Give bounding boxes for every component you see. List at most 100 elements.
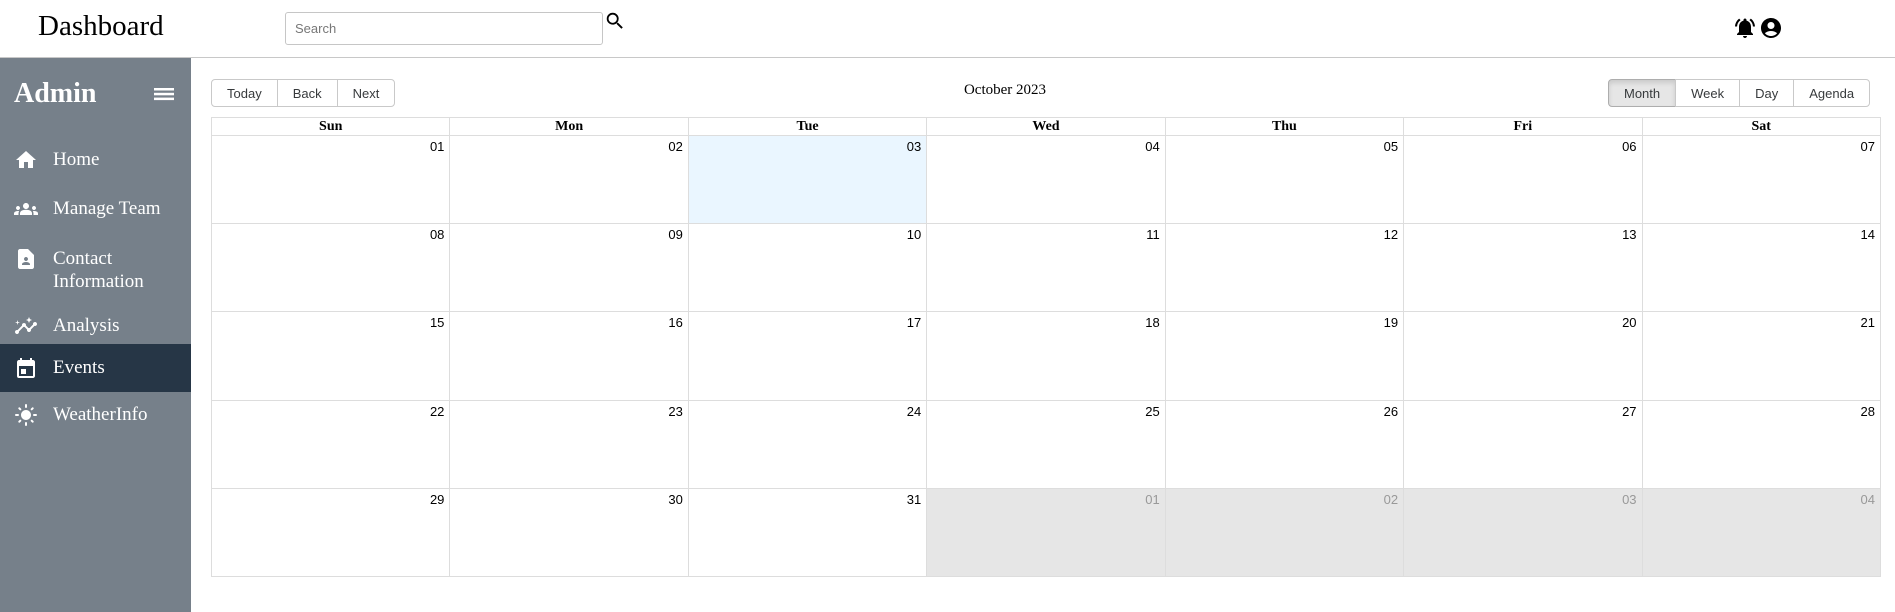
view-agenda-button[interactable]: Agenda bbox=[1793, 79, 1871, 107]
calendar-date-number[interactable]: 14 bbox=[1860, 227, 1874, 242]
next-button[interactable]: Next bbox=[336, 79, 396, 107]
today-button[interactable]: Today bbox=[211, 79, 278, 107]
calendar-day-cell[interactable]: 28 bbox=[1641, 400, 1880, 488]
calendar-date-number[interactable]: 02 bbox=[668, 139, 682, 154]
weekday-label: Sat bbox=[1641, 118, 1880, 135]
calendar-date-number[interactable]: 25 bbox=[1145, 404, 1159, 419]
calendar-date-number[interactable]: 24 bbox=[907, 404, 921, 419]
weekday-label: Fri bbox=[1403, 118, 1641, 135]
calendar-day-cell[interactable]: 04 bbox=[926, 136, 1164, 224]
calendar-date-number[interactable]: 08 bbox=[430, 227, 444, 242]
calendar-day-cell[interactable]: 12 bbox=[1164, 224, 1403, 312]
calendar-date-number[interactable]: 03 bbox=[1622, 492, 1636, 507]
calendar-date-number[interactable]: 29 bbox=[430, 492, 444, 507]
calendar-day-cell[interactable]: 29 bbox=[212, 489, 449, 576]
calendar-day-cell[interactable]: 08 bbox=[212, 224, 449, 311]
search-icon[interactable] bbox=[604, 10, 626, 32]
calendar-date-number[interactable]: 31 bbox=[907, 492, 921, 507]
calendar-day-cell[interactable]: 02 bbox=[449, 136, 687, 224]
calendar-day-cell[interactable]: 06 bbox=[1403, 136, 1641, 224]
calendar-day-cell[interactable]: 07 bbox=[1641, 136, 1880, 224]
search-input[interactable] bbox=[285, 12, 603, 45]
calendar-date-number[interactable]: 16 bbox=[668, 315, 682, 330]
view-week-button[interactable]: Week bbox=[1675, 79, 1741, 107]
calendar-day-cell[interactable]: 13 bbox=[1403, 224, 1641, 312]
calendar-day-cell[interactable]: 31 bbox=[687, 488, 926, 577]
notification-bell-icon[interactable] bbox=[1733, 16, 1757, 40]
calendar-day-cell[interactable]: 22 bbox=[212, 401, 449, 488]
calendar-date-number[interactable]: 11 bbox=[1146, 227, 1160, 242]
sidebar-item-home[interactable]: Home bbox=[0, 138, 191, 182]
calendar-day-cell-today[interactable]: 03 bbox=[687, 136, 927, 224]
back-button[interactable]: Back bbox=[276, 79, 338, 107]
calendar-date-number[interactable]: 04 bbox=[1145, 139, 1159, 154]
calendar-date-number[interactable]: 02 bbox=[1384, 492, 1398, 507]
weekday-label: Tue bbox=[687, 118, 926, 135]
calendar-date-number[interactable]: 19 bbox=[1384, 315, 1398, 330]
calendar-date-number[interactable]: 26 bbox=[1384, 404, 1398, 419]
calendar-day-cell[interactable]: 10 bbox=[687, 224, 926, 312]
calendar-day-cell[interactable]: 25 bbox=[926, 400, 1164, 488]
calendar-day-cell[interactable]: 20 bbox=[1403, 312, 1641, 400]
calendar-day-cell[interactable]: 15 bbox=[212, 312, 449, 399]
calendar-week-row: 15 16 17 18 19 20 21 bbox=[212, 311, 1880, 400]
calendar-date-number[interactable]: 01 bbox=[430, 139, 444, 154]
calendar-date-number[interactable]: 21 bbox=[1860, 315, 1874, 330]
calendar-day-cell[interactable]: 09 bbox=[449, 224, 687, 312]
calendar-day-cell[interactable]: 23 bbox=[449, 400, 687, 488]
calendar-date-number[interactable]: 13 bbox=[1622, 227, 1636, 242]
calendar-date-number[interactable]: 30 bbox=[668, 492, 682, 507]
weekday-label: Thu bbox=[1164, 118, 1403, 135]
calendar-day-cell[interactable]: 05 bbox=[1164, 136, 1403, 224]
calendar-date-number[interactable]: 05 bbox=[1384, 139, 1398, 154]
calendar-weeks: 01 02 03 04 05 06 07 08 09 10 11 12 13 14 15 16 17 18 19 20… bbox=[212, 136, 1880, 577]
calendar-date-number[interactable]: 17 bbox=[907, 315, 921, 330]
calendar-day-cell[interactable]: 30 bbox=[449, 488, 687, 577]
calendar-date-number[interactable]: 15 bbox=[430, 315, 444, 330]
sidebar-item-label: Contact Information bbox=[53, 248, 144, 292]
calendar-day-cell[interactable]: 01 bbox=[212, 136, 449, 223]
calendar-date-number[interactable]: 07 bbox=[1860, 139, 1874, 154]
calendar-day-cell-off-range[interactable]: 01 bbox=[926, 488, 1165, 577]
calendar-day-cell[interactable]: 24 bbox=[687, 400, 926, 488]
month-calendar: Sun Mon Tue Wed Thu Fri Sat 01 02 03 04 05 06… bbox=[211, 117, 1881, 577]
calendar-day-cell[interactable]: 26 bbox=[1164, 400, 1403, 488]
calendar-day-cell-off-range[interactable]: 02 bbox=[1164, 488, 1404, 577]
calendar-date-number[interactable]: 03 bbox=[907, 139, 921, 154]
calendar-date-number[interactable]: 18 bbox=[1145, 315, 1159, 330]
calendar-day-cell[interactable]: 16 bbox=[449, 312, 687, 400]
calendar-date-number[interactable]: 04 bbox=[1860, 492, 1874, 507]
home-icon bbox=[16, 151, 36, 168]
calendar-date-number[interactable]: 06 bbox=[1622, 139, 1636, 154]
sidebar-item-analysis[interactable]: Analysis bbox=[0, 304, 191, 348]
account-circle-icon[interactable] bbox=[1759, 16, 1783, 40]
contact-icon bbox=[18, 249, 34, 269]
sidebar-item-events[interactable]: Events bbox=[0, 344, 191, 392]
calendar-day-cell[interactable]: 18 bbox=[926, 312, 1164, 400]
calendar-day-cell-off-range[interactable]: 04 bbox=[1641, 488, 1880, 577]
view-day-button[interactable]: Day bbox=[1739, 79, 1795, 107]
sidebar-item-contact-information[interactable]: Contact Information bbox=[0, 236, 191, 300]
sidebar-item-label: Manage Team bbox=[53, 198, 161, 219]
sidebar-item-manage-team[interactable]: Manage Team bbox=[0, 187, 191, 231]
calendar-date-number[interactable]: 23 bbox=[668, 404, 682, 419]
menu-icon[interactable] bbox=[154, 85, 174, 103]
calendar-date-number[interactable]: 09 bbox=[668, 227, 682, 242]
calendar-day-cell[interactable]: 19 bbox=[1164, 312, 1403, 400]
sidebar-item-weatherinfo[interactable]: WeatherInfo bbox=[0, 393, 191, 437]
calendar-day-cell-off-range[interactable]: 03 bbox=[1403, 488, 1642, 577]
calendar-date-number[interactable]: 22 bbox=[430, 404, 444, 419]
calendar-day-cell[interactable]: 21 bbox=[1641, 312, 1880, 400]
calendar-date-number[interactable]: 12 bbox=[1384, 227, 1398, 242]
calendar-day-cell[interactable]: 27 bbox=[1403, 400, 1641, 488]
calendar-week-row: 22 23 24 25 26 27 28 bbox=[212, 399, 1880, 488]
calendar-day-cell[interactable]: 11 bbox=[926, 224, 1164, 312]
calendar-date-number[interactable]: 10 bbox=[907, 227, 921, 242]
calendar-day-cell[interactable]: 14 bbox=[1641, 224, 1880, 312]
calendar-day-cell[interactable]: 17 bbox=[687, 312, 926, 400]
calendar-date-number[interactable]: 27 bbox=[1622, 404, 1636, 419]
calendar-date-number[interactable]: 28 bbox=[1860, 404, 1874, 419]
calendar-date-number[interactable]: 01 bbox=[1145, 492, 1159, 507]
calendar-date-number[interactable]: 20 bbox=[1622, 315, 1636, 330]
view-month-button[interactable]: Month bbox=[1608, 79, 1677, 107]
